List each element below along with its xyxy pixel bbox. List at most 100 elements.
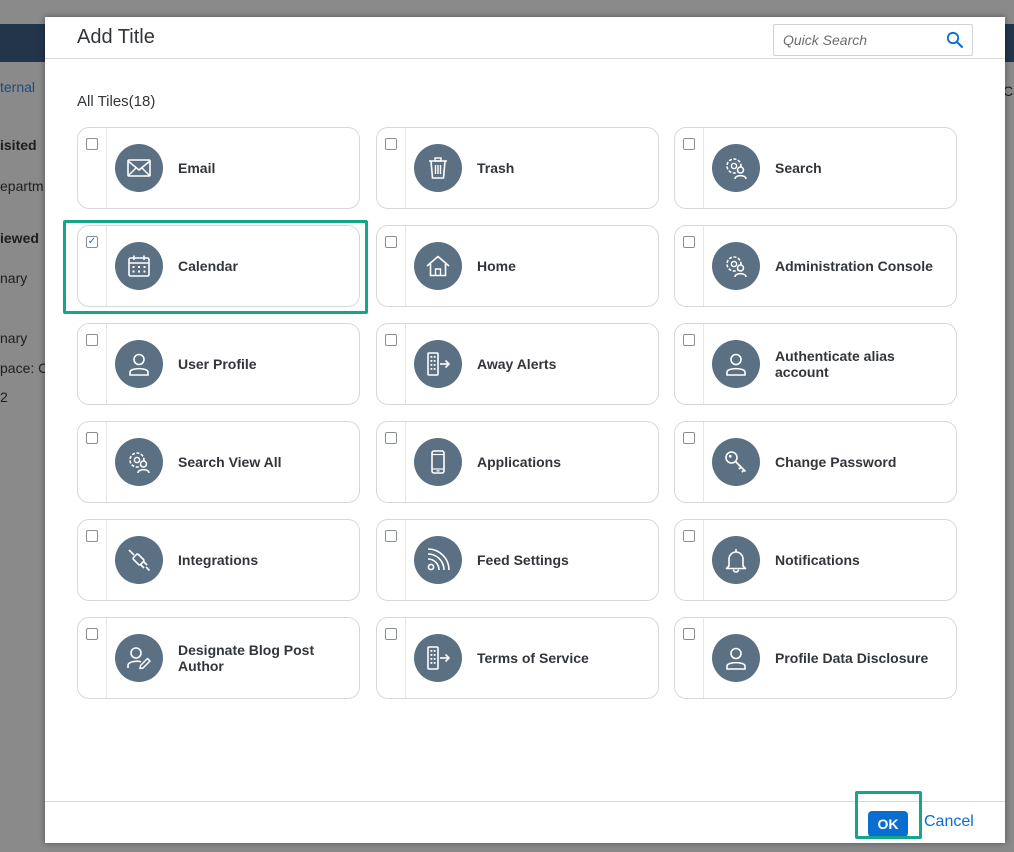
trash-icon [429, 157, 447, 179]
tile-checkbox[interactable] [385, 628, 397, 640]
tile-divider [405, 324, 406, 404]
tile-checkbox[interactable] [385, 236, 397, 248]
tile-icon-badge [414, 438, 462, 486]
tile[interactable]: Integrations [77, 519, 360, 601]
background-heading: isited [0, 137, 37, 153]
tile-divider [703, 324, 704, 404]
tile-divider [703, 422, 704, 502]
tile-checkbox[interactable] [385, 334, 397, 346]
tile[interactable]: Profile Data Disclosure [674, 617, 957, 699]
tile[interactable]: Administration Console [674, 225, 957, 307]
tile-label: Terms of Service [477, 650, 589, 666]
tile-icon-badge [115, 536, 163, 584]
tile-icon-badge [712, 536, 760, 584]
user-settings-icon [726, 158, 747, 180]
tile-checkbox[interactable] [385, 432, 397, 444]
user-settings-icon [129, 452, 150, 474]
tile[interactable]: Notifications [674, 519, 957, 601]
tile-icon-badge [712, 634, 760, 682]
tile-checkbox[interactable] [86, 530, 98, 542]
tile-checkbox[interactable] [86, 628, 98, 640]
quick-search-input[interactable] [774, 25, 942, 55]
tile[interactable]: Home [376, 225, 659, 307]
quick-search-field[interactable] [773, 24, 973, 56]
tile-divider [106, 520, 107, 600]
background-text: epartm [0, 178, 44, 194]
tile[interactable]: Feed Settings [376, 519, 659, 601]
tile-checkbox[interactable] [86, 334, 98, 346]
background-text: pace: C [0, 360, 49, 376]
tile-label: Home [477, 258, 516, 274]
bell-icon [725, 549, 747, 573]
tile-label: Feed Settings [477, 552, 569, 568]
tile-checkbox[interactable] [86, 138, 98, 150]
tile-checkbox[interactable] [683, 432, 695, 444]
background-text: nary [0, 270, 28, 286]
tile-icon-badge [712, 340, 760, 388]
person-icon [726, 353, 746, 376]
home-icon [426, 255, 450, 277]
tile-checkbox[interactable] [683, 628, 695, 640]
tile-divider [703, 618, 704, 698]
person-edit-icon [127, 647, 151, 670]
dialog-header: Add Title [45, 17, 1005, 59]
background-link: ternal [0, 79, 36, 95]
search-icon[interactable] [946, 31, 964, 49]
tile[interactable]: Search View All [77, 421, 360, 503]
tile-icon-badge [712, 438, 760, 486]
tile-label: Trash [477, 160, 515, 176]
tile-icon-badge [115, 634, 163, 682]
tile-divider [703, 128, 704, 208]
tile[interactable]: Trash [376, 127, 659, 209]
tile-checkbox[interactable] [683, 138, 695, 150]
tile-divider [405, 226, 406, 306]
mobile-icon [431, 450, 445, 474]
tile-divider [405, 618, 406, 698]
tile-checkbox[interactable] [385, 530, 397, 542]
background-text: nary [0, 330, 28, 346]
key-icon [725, 451, 747, 473]
tile-divider [703, 226, 704, 306]
tile-divider [106, 128, 107, 208]
tile[interactable]: User Profile [77, 323, 360, 405]
tile-checkbox[interactable] [683, 236, 695, 248]
tile[interactable]: Terms of Service [376, 617, 659, 699]
tile-icon-badge [115, 144, 163, 192]
add-tile-dialog: Add Title All Tiles(18) Email Trash Search… [45, 17, 1005, 843]
tile-divider [405, 128, 406, 208]
tile-checkbox[interactable] [385, 138, 397, 150]
tile[interactable]: Designate Blog Post Author [77, 617, 360, 699]
tile-divider [106, 422, 107, 502]
building-exit-icon [427, 646, 451, 670]
tiles-count-label: All Tiles(18) [77, 93, 156, 110]
tile-checkbox[interactable] [683, 334, 695, 346]
tile-icon-badge [712, 242, 760, 290]
tile-label: User Profile [178, 356, 257, 372]
tile-label: Authenticate alias account [775, 348, 895, 380]
building-exit-icon [427, 352, 451, 376]
tile-divider [405, 422, 406, 502]
cancel-button[interactable]: Cancel [924, 813, 974, 831]
tile-divider [106, 618, 107, 698]
tile-checkbox[interactable] [86, 432, 98, 444]
tile-icon-badge [414, 340, 462, 388]
tile-divider [703, 520, 704, 600]
tile[interactable]: Authenticate alias account [674, 323, 957, 405]
tile[interactable]: Applications [376, 421, 659, 503]
tile[interactable]: Away Alerts [376, 323, 659, 405]
tile-icon-badge [414, 634, 462, 682]
tile-label: Administration Console [775, 258, 933, 274]
tile-label: Search [775, 160, 822, 176]
tile-icon-badge [414, 536, 462, 584]
tile-label: Integrations [178, 552, 259, 568]
tile-checkbox[interactable] [683, 530, 695, 542]
feed-icon [427, 548, 450, 571]
plug-icon [128, 549, 151, 572]
tile[interactable]: Change Password [674, 421, 957, 503]
tile-label: Notifications [775, 552, 860, 568]
tile[interactable]: Search [674, 127, 957, 209]
tile[interactable]: Email [77, 127, 360, 209]
tile-icon-badge [115, 340, 163, 388]
tile-icon-badge [712, 144, 760, 192]
dialog-title: Add Title [77, 26, 155, 48]
